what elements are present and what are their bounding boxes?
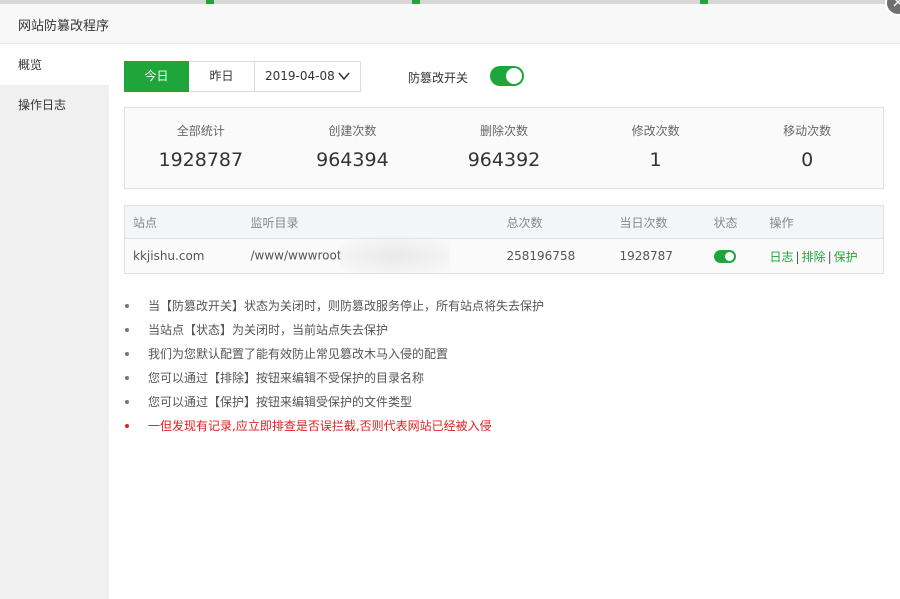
- switch-knob: [506, 68, 522, 84]
- stats-panel: 全部统计 1928787 创建次数 964394 删除次数 964392 修改次…: [124, 107, 884, 189]
- sidebar-item-label: 概览: [18, 58, 43, 72]
- watch-dir: /www/wwwroot: [242, 238, 499, 274]
- note-item: 当【防篡改开关】状态为关闭时，则防篡改服务停止，所有站点将失去保护: [124, 297, 544, 321]
- separator: |: [827, 249, 832, 264]
- main-panel: 今日 昨日 2019-04-08 防篡改开关 全部统计 1928787 创建次数…: [109, 45, 900, 599]
- col-total: 总次数: [498, 205, 612, 239]
- table-header-row: 站点 监听目录 总次数 当日次数 状态 操作: [124, 205, 884, 239]
- today-button[interactable]: 今日: [124, 61, 189, 92]
- chevron-down-icon: [338, 62, 350, 102]
- stat-total: 全部统计 1928787: [125, 108, 277, 188]
- col-ops: 操作: [761, 205, 884, 239]
- tamper-switch-label: 防篡改开关: [408, 71, 469, 85]
- protect-link[interactable]: 保护: [834, 250, 858, 264]
- col-today: 当日次数: [611, 205, 706, 239]
- col-site: 站点: [124, 205, 243, 239]
- warning-note: 一但发现有记录,应立即排查是否误拦截,否则代表网站已经被入侵: [124, 417, 544, 441]
- sidebar-item-label: 操作日志: [18, 98, 67, 112]
- sidebar: 概览 操作日志: [0, 45, 109, 599]
- stat-value: 1: [649, 149, 662, 171]
- log-link[interactable]: 日志: [770, 250, 794, 264]
- site-name: kkjishu.com: [124, 238, 243, 274]
- redacted-area: [339, 239, 450, 273]
- yesterday-button[interactable]: 昨日: [189, 61, 255, 92]
- stat-value: 964394: [316, 149, 389, 171]
- today-count: 1928787: [611, 238, 706, 274]
- stat-move: 移动次数 0: [731, 108, 883, 188]
- note-item: 当站点【状态】为关闭时，当前站点失去保护: [124, 321, 544, 345]
- window-title: 网站防篡改程序: [18, 19, 110, 34]
- col-status: 状态: [705, 205, 762, 239]
- stat-label: 修改次数: [631, 124, 680, 138]
- note-item: 您可以通过【排除】按钮来编辑不受保护的目录名称: [124, 369, 544, 393]
- total-count: 258196758: [498, 238, 612, 274]
- date-value: 2019-04-08: [265, 69, 335, 83]
- stat-value: 964392: [467, 149, 541, 171]
- stat-label: 移动次数: [783, 124, 832, 138]
- separator: |: [795, 249, 800, 264]
- stat-value: 0: [801, 149, 814, 171]
- stat-modify: 修改次数 1: [580, 108, 732, 188]
- stat-create: 创建次数 964394: [277, 108, 429, 188]
- stat-delete: 删除次数 964392: [428, 108, 580, 188]
- help-notes: 当【防篡改开关】状态为关闭时，则防篡改服务停止，所有站点将失去保护 当站点【状态…: [124, 297, 544, 441]
- stat-label: 创建次数: [328, 124, 377, 138]
- tamper-switch[interactable]: [490, 66, 524, 86]
- day-filter: 今日 昨日 2019-04-08: [124, 61, 361, 92]
- table-row: kkjishu.com /www/wwwroot 258196758 19287…: [124, 238, 884, 274]
- date-picker[interactable]: 2019-04-08: [255, 61, 361, 92]
- title-bar: 网站防篡改程序: [0, 4, 900, 44]
- sidebar-item-overview[interactable]: 概览: [0, 45, 109, 85]
- site-status-switch[interactable]: [713, 250, 736, 263]
- watch-dir-path: /www/wwwroot: [250, 248, 342, 263]
- sidebar-item-operation-log[interactable]: 操作日志: [0, 85, 109, 125]
- stat-label: 删除次数: [479, 124, 528, 138]
- stat-label: 全部统计: [176, 124, 225, 138]
- ops-cell: 日志 | 排除 | 保护: [761, 238, 884, 274]
- exclude-link[interactable]: 排除: [802, 250, 826, 264]
- switch-knob: [724, 252, 734, 261]
- note-item: 我们为您默认配置了能有效防止常见篡改木马入侵的配置: [124, 345, 544, 369]
- site-table: 站点 监听目录 总次数 当日次数 状态 操作 kkjishu.com /www/…: [124, 205, 884, 274]
- note-item: 您可以通过【保护】按钮来编辑受保护的文件类型: [124, 393, 544, 417]
- status-cell: [705, 238, 762, 274]
- col-dir: 监听目录: [242, 205, 499, 239]
- stat-value: 1928787: [158, 149, 244, 171]
